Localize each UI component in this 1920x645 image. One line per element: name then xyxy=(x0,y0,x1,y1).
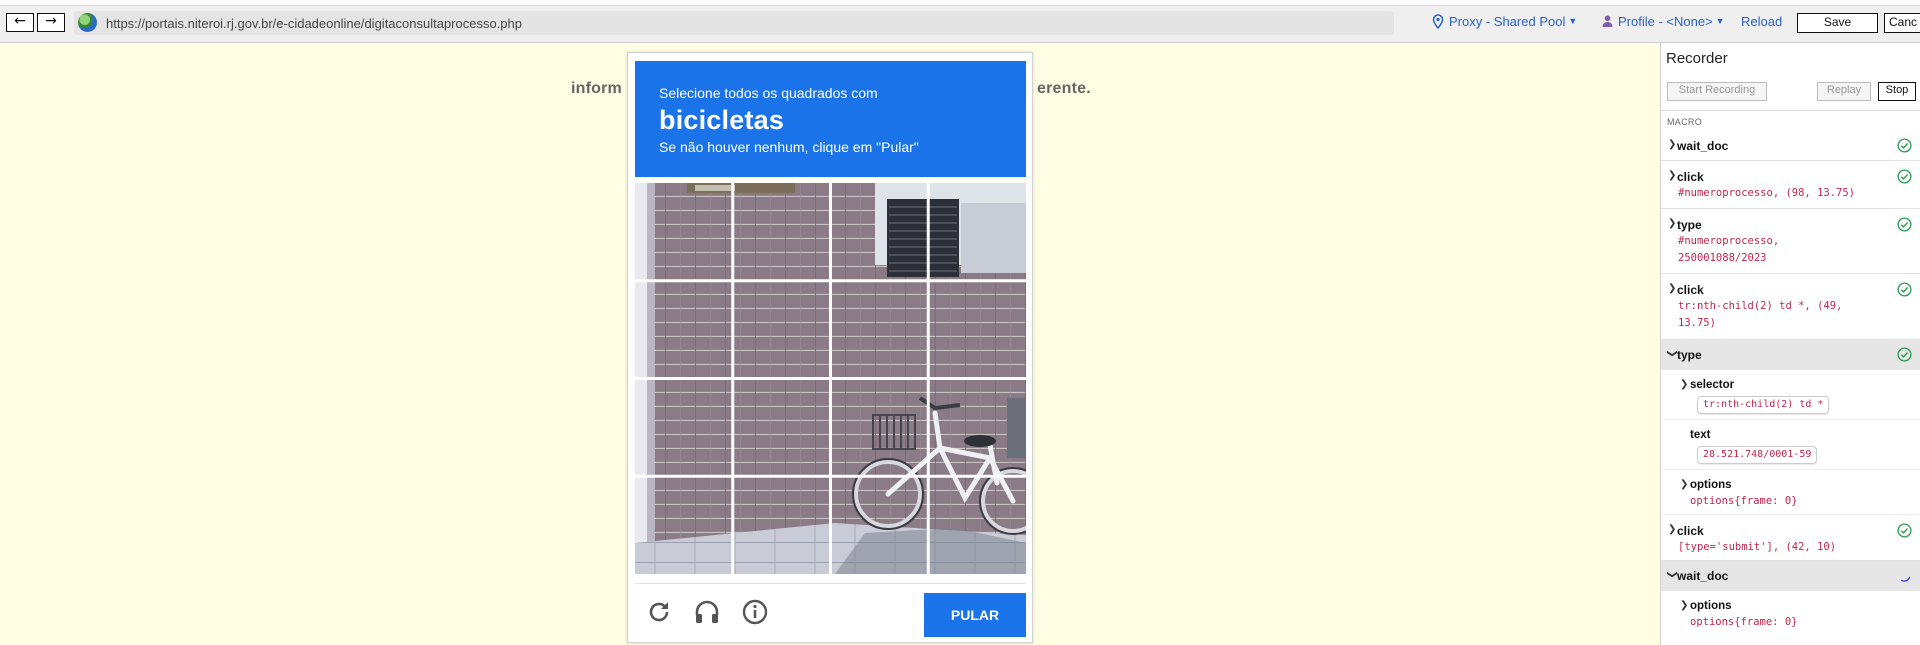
chevron-right-icon[interactable]: ❯ xyxy=(1680,600,1688,611)
back-button[interactable]: ← xyxy=(6,13,34,32)
proxy-label: Proxy - Shared Pool xyxy=(1449,14,1566,29)
chevron-right-icon[interactable]: ❯ xyxy=(1680,479,1688,490)
macro-step[interactable]: ❯ click #numeroprocesso, (98, 13.75) xyxy=(1661,161,1920,209)
param-label: text xyxy=(1690,429,1711,441)
step-name: click xyxy=(1677,170,1704,184)
profile-label: Profile - <None> xyxy=(1618,14,1713,29)
recorder-title: Recorder xyxy=(1666,50,1728,67)
chevron-down-icon: ▼ xyxy=(1715,16,1725,26)
macro-section-label: MACRO xyxy=(1667,117,1702,127)
captcha-hint: Se não houver nenhum, clique em "Pular" xyxy=(659,139,919,155)
check-circle-icon xyxy=(1897,217,1912,232)
profile-dropdown[interactable]: Profile - <None> ▼ xyxy=(1602,14,1725,29)
chevron-right-icon[interactable]: ❯ xyxy=(1668,170,1676,181)
check-circle-icon xyxy=(1897,347,1912,362)
browser-toolbar: ← → https://portais.niteroi.rj.gov.br/e-… xyxy=(0,0,1920,43)
recorder-panel: Recorder Start Recording Replay Stop MAC… xyxy=(1660,43,1920,645)
cancel-button[interactable]: Canc xyxy=(1884,13,1920,33)
macro-step[interactable]: ❯ wait_doc xyxy=(1661,130,1920,161)
captcha-header: Selecione todos os quadrados com bicicle… xyxy=(635,61,1026,177)
start-recording-button[interactable]: Start Recording xyxy=(1667,82,1767,101)
location-pin-icon xyxy=(1432,14,1444,30)
check-circle-icon xyxy=(1897,523,1912,538)
page-message-end: erente. xyxy=(1037,80,1091,97)
headphones-icon[interactable] xyxy=(693,598,721,626)
user-icon xyxy=(1602,15,1613,27)
step-name: click xyxy=(1677,524,1704,538)
url-bar[interactable]: https://portais.niteroi.rj.gov.br/e-cida… xyxy=(74,11,1394,35)
spinner-icon xyxy=(1900,576,1911,582)
step-param-options[interactable]: ❯ options options{frame: 0} xyxy=(1661,470,1920,515)
text-value[interactable]: 28.521.748/0001-59 xyxy=(1697,446,1818,464)
captcha-image-grid[interactable] xyxy=(635,183,1026,574)
captcha-instruction: Selecione todos os quadrados com xyxy=(659,85,878,101)
chevron-right-icon[interactable]: ❯ xyxy=(1668,524,1676,535)
param-label: selector xyxy=(1690,379,1735,391)
chevron-right-icon[interactable]: ❯ xyxy=(1668,218,1676,229)
step-param-options[interactable]: ❯ options options{frame: 0} xyxy=(1661,591,1920,637)
forward-button[interactable]: → xyxy=(37,13,65,32)
chevron-right-icon[interactable]: ❯ xyxy=(1680,379,1688,390)
step-detail: [type='submit'], (42, 10) xyxy=(1678,541,1837,553)
url-text[interactable]: https://portais.niteroi.rj.gov.br/e-cida… xyxy=(106,16,522,31)
captcha-dialog: Selecione todos os quadrados com bicicle… xyxy=(627,52,1033,643)
proxy-dropdown[interactable]: Proxy - Shared Pool ▼ xyxy=(1432,14,1578,30)
macro-step[interactable]: ❯ click [type='submit'], (42, 10) xyxy=(1661,515,1920,561)
macro-step[interactable]: ❯ click tr:nth-child(2) td *, (49, 13.75… xyxy=(1661,274,1920,340)
macro-step[interactable]: ❯ type #numeroprocesso, 250001088/2023 xyxy=(1661,209,1920,274)
skip-button[interactable]: PULAR xyxy=(924,593,1026,637)
check-circle-icon xyxy=(1897,138,1912,153)
step-name: click xyxy=(1677,283,1704,297)
step-name: wait_doc xyxy=(1677,569,1729,583)
selector-value[interactable]: tr:nth-child(2) td * xyxy=(1697,396,1830,414)
step-param-text: text 28.521.748/0001-59 xyxy=(1661,420,1920,470)
options-value: options{frame: 0} xyxy=(1690,616,1798,628)
reload-icon[interactable] xyxy=(645,598,673,626)
captcha-image xyxy=(635,183,1026,574)
captcha-target: bicicletas xyxy=(659,105,785,135)
chevron-right-icon[interactable]: ❯ xyxy=(1668,139,1676,150)
step-detail: #numeroprocesso, (98, 13.75) xyxy=(1678,187,1856,199)
options-value: options{frame: 0} xyxy=(1690,495,1798,507)
step-detail: tr:nth-child(2) td *, (49, 13.75) xyxy=(1678,300,1843,329)
captcha-footer: PULAR xyxy=(635,583,1026,638)
macro-step-expanded[interactable]: ❯ type xyxy=(1661,340,1920,370)
step-param-selector[interactable]: ❯ selector tr:nth-child(2) td * xyxy=(1661,370,1920,420)
macro-step-expanded[interactable]: ❯ wait_doc xyxy=(1661,561,1920,591)
stop-button[interactable]: Stop xyxy=(1878,82,1916,101)
info-icon[interactable] xyxy=(741,598,769,626)
param-label: options xyxy=(1690,479,1732,491)
divider xyxy=(1661,110,1920,111)
step-detail: #numeroprocesso, 250001088/2023 xyxy=(1678,235,1780,264)
toolbar-top-strip xyxy=(0,0,1920,6)
step-name: type xyxy=(1677,218,1702,232)
replay-button[interactable]: Replay xyxy=(1817,82,1871,101)
step-name: wait_doc xyxy=(1677,139,1729,153)
reload-link[interactable]: Reload xyxy=(1741,14,1782,29)
save-button[interactable]: Save xyxy=(1797,13,1878,33)
chevron-right-icon[interactable]: ❯ xyxy=(1668,283,1676,294)
globe-icon xyxy=(78,13,97,32)
check-circle-icon xyxy=(1897,282,1912,297)
check-circle-icon xyxy=(1897,169,1912,184)
step-name: type xyxy=(1677,348,1702,362)
chevron-down-icon: ▼ xyxy=(1568,16,1578,26)
param-label: options xyxy=(1690,600,1732,612)
page-message-start: inform xyxy=(571,80,622,97)
